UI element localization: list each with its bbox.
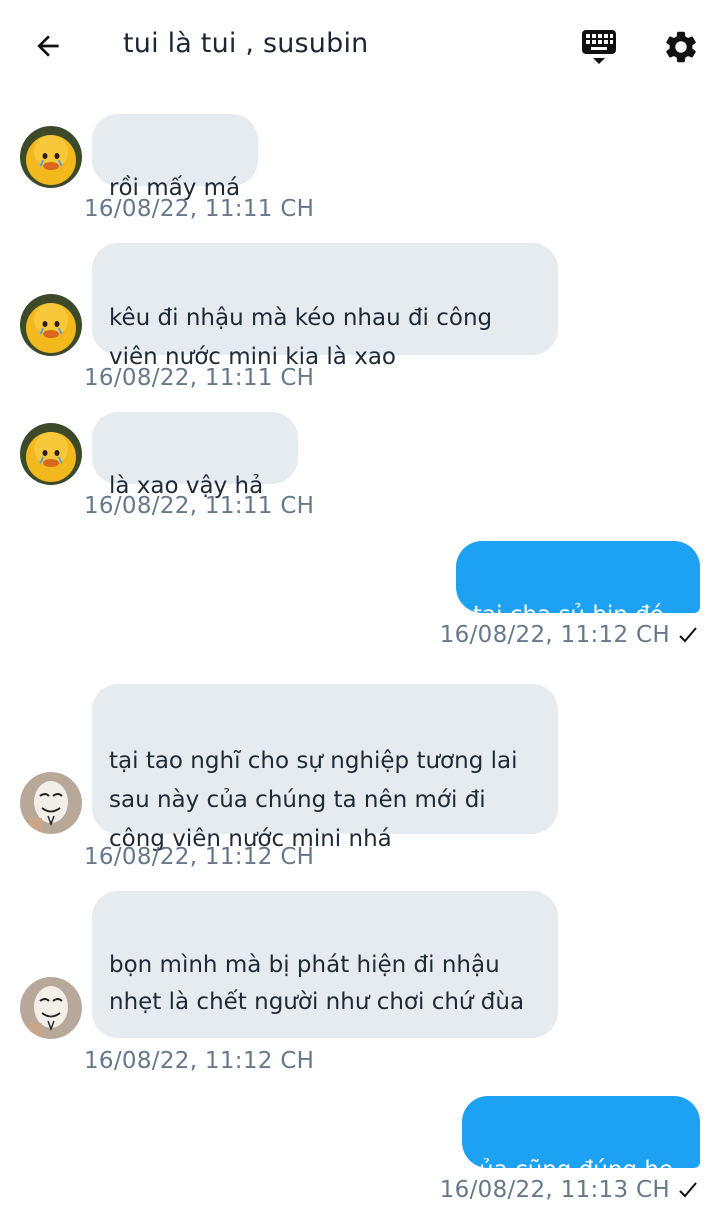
keyboard-icon [582, 30, 616, 64]
message-bubble-outgoing[interactable]: tại cha sủ bin đó [456, 541, 700, 628]
message-bubble-incoming[interactable]: bọn mình mà bị phát hiện đi nhậu nhẹt là… [92, 891, 558, 1038]
duck-avatar[interactable] [20, 126, 82, 188]
message-text: kêu đi nhậu mà kéo nhau đi công viên nướ… [109, 305, 493, 370]
duck-avatar[interactable] [20, 423, 82, 485]
message-timestamp: 16/08/22, 11:12 CH [440, 622, 698, 648]
message-bubble-incoming[interactable]: rồi mấy má [92, 114, 258, 201]
message-bubble-outgoing[interactable]: ủa cũng đúng he [462, 1096, 700, 1183]
message-timestamp: 16/08/22, 11:11 CH [84, 365, 315, 391]
mask-avatar[interactable] [20, 977, 82, 1039]
message-time: 16/08/22, 11:13 CH [439, 1177, 670, 1203]
conversation-title: tui là tui , susubin [123, 28, 369, 59]
message-bubble-incoming[interactable]: là xao vậy hả [92, 412, 298, 499]
message-bubble-incoming[interactable]: tại tao nghĩ cho sự nghiệp tương lai sau… [92, 684, 558, 852]
conversation-header: tui là tui , susubin [0, 0, 720, 92]
back-button[interactable] [24, 26, 72, 66]
settings-button[interactable] [660, 26, 702, 68]
message-text: bọn mình mà bị phát hiện đi nhậu nhẹt là… [109, 952, 525, 1015]
checkmark-icon [679, 1182, 697, 1198]
mask-avatar[interactable] [20, 772, 82, 834]
message-timestamp: 16/08/22, 11:11 CH [84, 493, 315, 519]
message-time: 16/08/22, 11:12 CH [439, 622, 670, 648]
dm-conversation-screen: tui là tui , susubin rồi mấy má 16/08/22… [0, 0, 720, 1215]
arrow-left-icon [37, 35, 59, 57]
duck-avatar[interactable] [20, 294, 82, 356]
message-timestamp: 16/08/22, 11:13 CH [440, 1177, 698, 1203]
gear-icon [666, 31, 696, 63]
keyboard-button[interactable] [578, 26, 620, 68]
message-text: tại tao nghĩ cho sự nghiệp tương lai sau… [109, 748, 518, 852]
checkmark-icon [679, 627, 697, 643]
message-timestamp: 16/08/22, 11:12 CH [84, 844, 315, 870]
message-timestamp: 16/08/22, 11:12 CH [84, 1048, 315, 1074]
message-timestamp: 16/08/22, 11:11 CH [84, 196, 315, 222]
message-bubble-incoming[interactable]: kêu đi nhậu mà kéo nhau đi công viên nướ… [92, 243, 558, 370]
